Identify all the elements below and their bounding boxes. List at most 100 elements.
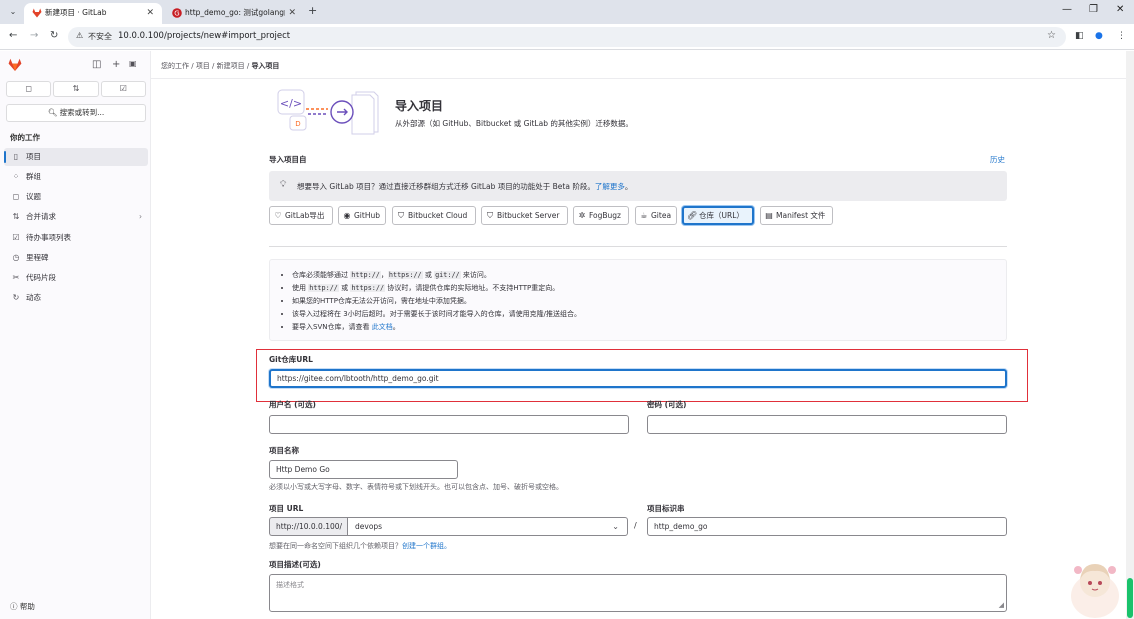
repository-url-button[interactable]: 🔗︎ 仓库（URL） bbox=[682, 206, 754, 225]
project-name-input[interactable]: Http Demo Go bbox=[269, 460, 458, 479]
gitlab-export-button[interactable]: ♡ GitLab导出 bbox=[269, 206, 333, 225]
bitbucket-cloud-button[interactable]: ⛉ Bitbucket Cloud bbox=[392, 206, 476, 225]
bitbucket-server-icon: ⛉ bbox=[487, 211, 493, 220]
bitbucket-server-button[interactable]: ⛉ Bitbucket Server bbox=[481, 206, 568, 225]
sidebar-item-label: 合并请求 bbox=[26, 212, 56, 221]
todo-icon: ☑ bbox=[12, 233, 20, 242]
fogbugz-button[interactable]: ✲ FogBugz bbox=[573, 206, 629, 225]
project-slug-input[interactable]: http_demo_go bbox=[647, 517, 1007, 536]
info-item: 使用 http:// 或 https:// 协议时，请提供仓库的实际地址。不支持… bbox=[292, 282, 581, 295]
restore-icon[interactable]: ❐ bbox=[1089, 4, 1098, 15]
lightbulb-icon: 💡︎ bbox=[280, 180, 287, 190]
tab-close-icon[interactable]: ✕ bbox=[146, 3, 154, 23]
browser-tab-title: http_demo_go: 测试golang的 bbox=[185, 8, 285, 17]
new-tab-icon[interactable]: + bbox=[308, 4, 317, 17]
git-url-input[interactable]: https://gitee.com/lbtooth/http_demo_go.g… bbox=[269, 369, 1007, 388]
search-icon: 🔍︎ bbox=[47, 108, 58, 117]
sidebar-item-label: 项目 bbox=[26, 152, 41, 161]
more-menu-icon[interactable]: ⋮ bbox=[1117, 31, 1126, 41]
breadcrumb-item[interactable]: 项目 bbox=[196, 62, 210, 70]
project-slug-label: 项目标识串 bbox=[647, 504, 685, 513]
divider bbox=[269, 246, 1007, 247]
sidebar-item-label: 动态 bbox=[26, 293, 41, 302]
page-scrollbar[interactable] bbox=[1126, 51, 1134, 619]
manifest-file-button[interactable]: ▤ Manifest 文件 bbox=[760, 206, 833, 225]
sidebar-item-todos[interactable]: ☑ 待办事项列表 bbox=[4, 229, 148, 247]
password-input[interactable] bbox=[647, 415, 1007, 434]
sidebar-item-snippets[interactable]: ✂ 代码片段 bbox=[4, 269, 148, 287]
reload-icon[interactable]: ↻ bbox=[50, 30, 58, 41]
namespace-select[interactable]: devops ⌄ bbox=[347, 517, 628, 536]
github-button[interactable]: ◉ GitHub bbox=[338, 206, 386, 225]
sidebar-item-merge-requests[interactable]: ⇅ 合并请求 › bbox=[4, 208, 148, 226]
project-icon: ▯ bbox=[13, 152, 19, 161]
learn-more-link[interactable]: 了解更多 bbox=[595, 182, 625, 191]
svn-docs-link[interactable]: 此文档 bbox=[372, 323, 393, 331]
activity-icon: ↻ bbox=[12, 293, 20, 302]
sidebar-item-label: 里程碑 bbox=[26, 253, 49, 262]
sidebar-item-issues[interactable]: ◻ 议题 bbox=[4, 188, 148, 206]
create-group-link[interactable]: 创建一个群组。 bbox=[402, 542, 451, 550]
browser-tab-active[interactable]: 新建项目 · GitLab ✕ bbox=[24, 3, 162, 24]
browser-tab[interactable]: G http_demo_go: 测试golang的 ✕ bbox=[164, 3, 304, 24]
breadcrumb: 您的工作 / 项目 / 新建项目 / 导入项目 bbox=[161, 62, 280, 70]
url-omnibox[interactable]: ⚠ 不安全 10.0.0.100/projects/new#import_pro… bbox=[68, 27, 1066, 47]
sidebar-item-projects[interactable]: ▯ 项目 bbox=[4, 148, 148, 166]
tab-search-icon[interactable]: ⌄ bbox=[6, 5, 20, 19]
breadcrumb-item[interactable]: 新建项目 bbox=[217, 62, 245, 70]
gitlab-favicon-icon bbox=[32, 8, 42, 18]
group-icon: ⁘ bbox=[12, 172, 20, 181]
alert-text: 想要导入 GitLab 项目？通过直接迁移群组方式迁移 GitLab 项目的功能… bbox=[297, 182, 633, 191]
gitea-button[interactable]: ☕︎ Gitea bbox=[635, 206, 677, 225]
git-url-label: Git仓库URL bbox=[269, 355, 313, 364]
minimize-icon[interactable]: — bbox=[1062, 4, 1072, 15]
url-text[interactable]: 10.0.0.100/projects/new#import_project bbox=[118, 31, 290, 41]
history-link[interactable]: 历史 bbox=[990, 154, 1005, 165]
create-new-icon[interactable]: + bbox=[112, 59, 120, 70]
snippet-icon: ✂ bbox=[12, 273, 20, 282]
svg-text:G: G bbox=[174, 10, 179, 18]
help-button[interactable]: ⓘ 帮助 bbox=[10, 601, 35, 612]
username-label: 用户名 (可选) bbox=[269, 400, 316, 409]
anime-mascot-icon bbox=[1071, 564, 1119, 618]
assigned-issues-icon[interactable]: ◻ bbox=[6, 81, 52, 97]
side-panel-icon[interactable]: ◧ bbox=[1075, 31, 1084, 41]
sidebar-item-activity[interactable]: ↻ 动态 bbox=[4, 289, 148, 307]
breadcrumb-current[interactable]: 导入项目 bbox=[251, 62, 279, 70]
description-textarea[interactable]: 描述格式 ◢ bbox=[269, 574, 1007, 612]
sidebar-item-milestones[interactable]: ◷ 里程碑 bbox=[4, 249, 148, 267]
forward-icon[interactable]: → bbox=[30, 30, 38, 41]
window-close-icon[interactable]: ✕ bbox=[1116, 4, 1124, 15]
user-avatar-icon[interactable]: ▣ bbox=[129, 59, 137, 68]
info-list: 仓库必须能够通过 http://，https:// 或 git:// 来访问。 … bbox=[292, 269, 581, 334]
help-label: 帮助 bbox=[19, 602, 35, 611]
scrollbar-thumb[interactable] bbox=[1127, 578, 1133, 618]
sidebar-item-label: 群组 bbox=[26, 172, 41, 181]
search-button[interactable]: 🔍︎ 搜索或转到... bbox=[6, 104, 146, 122]
sidebar-quick-tabs: ◻ ⇅ ☑ bbox=[6, 81, 146, 97]
merge-requests-icon[interactable]: ⇅ bbox=[53, 81, 99, 97]
repo-url-info-box: 仓库必须能够通过 http://，https:// 或 git:// 来访问。 … bbox=[269, 259, 1007, 341]
namespace-value: devops bbox=[355, 522, 383, 531]
resize-handle-icon[interactable]: ◢ bbox=[999, 601, 1004, 609]
username-input[interactable] bbox=[269, 415, 629, 434]
sidebar-item-groups[interactable]: ⁘ 群组 bbox=[4, 168, 148, 186]
import-illustration-icon: </> D bbox=[277, 89, 379, 135]
description-label: 项目描述(可选) bbox=[269, 560, 321, 569]
bookmark-star-icon[interactable]: ☆ bbox=[1047, 30, 1056, 41]
beta-alert: 💡︎ 想要导入 GitLab 项目？通过直接迁移群组方式迁移 GitLab 项目… bbox=[269, 171, 1007, 201]
todos-icon[interactable]: ☑ bbox=[100, 81, 146, 97]
info-item: 如果您的HTTP仓库无法公开访问，需在地址中添加凭据。 bbox=[292, 295, 581, 308]
back-icon[interactable]: ← bbox=[9, 30, 17, 41]
gitlab-logo-icon[interactable] bbox=[8, 58, 22, 72]
tab-close-icon[interactable]: ✕ bbox=[288, 3, 296, 23]
merge-request-icon: ⇅ bbox=[12, 212, 20, 221]
search-label: 搜索或转到... bbox=[59, 108, 105, 117]
not-secure-label[interactable]: 不安全 bbox=[88, 31, 112, 42]
collapse-sidebar-icon[interactable]: ◫ bbox=[92, 59, 101, 70]
chevron-down-icon: ⌄ bbox=[612, 522, 619, 531]
warning-icon[interactable]: ⚠ bbox=[76, 31, 83, 40]
breadcrumb-item[interactable]: 您的工作 bbox=[161, 62, 189, 70]
info-item: 该导入过程将在 3小时后超时。对于需要长于该时间才能导入的仓库，请使用克隆/推送… bbox=[292, 308, 581, 321]
profile-icon[interactable]: ● bbox=[1095, 31, 1103, 41]
